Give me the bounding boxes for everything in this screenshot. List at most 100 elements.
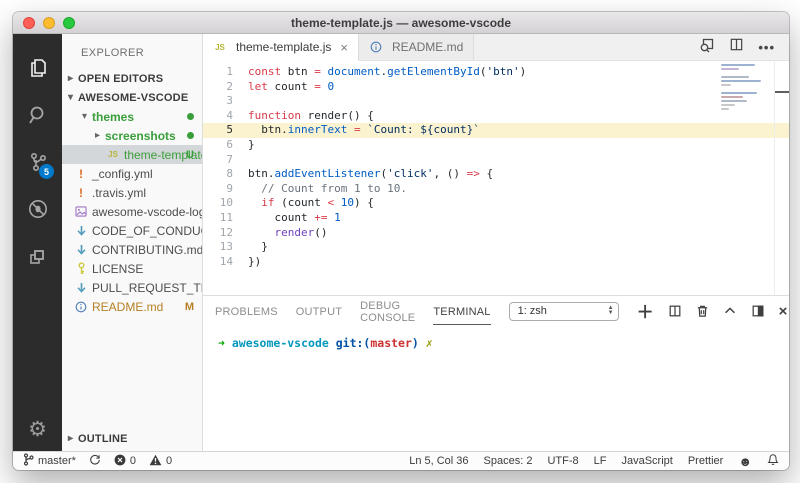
info-icon [74, 300, 88, 314]
new-terminal-icon[interactable]: ＋ [637, 298, 654, 323]
line-number: 3 [226, 94, 233, 108]
line-number: 7 [226, 152, 233, 166]
tree-file-license[interactable]: LICENSE [62, 259, 202, 278]
search-icon [26, 103, 50, 127]
kill-terminal-icon[interactable] [696, 304, 709, 318]
panel-tab-output[interactable]: OUTPUT [296, 298, 342, 325]
terminal-output[interactable]: ➜ awesome-vscode git:(master) ✗ [203, 326, 789, 451]
line-number: 11 [219, 210, 233, 224]
sidebar-title: EXPLORER [81, 47, 145, 59]
split-terminal-icon[interactable] [668, 304, 682, 318]
debug-button[interactable] [13, 185, 62, 232]
code-line-8[interactable]: 8 btn.addEventListener('click', () => { [203, 167, 789, 182]
panel-header: PROBLEMS OUTPUT DEBUG CONSOLE TERMINAL 1: z… [203, 296, 789, 326]
zoom-window-button[interactable] [63, 17, 75, 29]
notifications-bell-icon[interactable] [767, 453, 779, 469]
status-left: master* 0 0 [23, 453, 172, 469]
license-icon [74, 262, 88, 276]
tree-file-pull-request-temp-[interactable]: PULL_REQUEST_TEMP... [62, 278, 202, 297]
code-line-5[interactable]: 5 btn.innerText = `Count: ${count}` [203, 123, 789, 138]
split-editor-icon[interactable] [729, 37, 744, 57]
code-line-12[interactable]: 12 render() [203, 226, 789, 241]
close-tab-icon[interactable]: × [340, 40, 348, 55]
code-line-14[interactable]: 14}) [203, 255, 789, 270]
terminal-select[interactable]: 1: zsh ▲ ▼ [508, 301, 619, 321]
encoding[interactable]: UTF-8 [547, 455, 578, 467]
panel-tab-debug-console[interactable]: DEBUG CONSOLE [360, 292, 415, 331]
cursor-position[interactable]: Ln 5, Col 36 [409, 455, 468, 467]
chevron-down-icon: ▾ [82, 111, 88, 122]
tree-file-awesome-vscode-logo-[interactable]: awesome-vscode-logo... [62, 202, 202, 221]
settings-button[interactable]: ⚙ [13, 407, 62, 451]
tab-readme-md[interactable]: README.md [358, 34, 475, 60]
code-line-3[interactable]: 3 [203, 94, 789, 109]
line-number: 1 [226, 65, 233, 78]
toggle-panel-icon[interactable] [751, 304, 765, 318]
panel-tab-terminal[interactable]: TERMINAL [433, 298, 491, 325]
eol-sequence[interactable]: LF [594, 455, 607, 467]
titlebar[interactable]: theme-template.js — awesome-vscode [13, 12, 789, 34]
code-line-4[interactable]: 4 function render() { [203, 109, 789, 124]
problems-errors-item[interactable]: 0 [114, 454, 136, 469]
code-editor[interactable]: 1 const btn = document.getElementById('bt… [203, 61, 789, 295]
close-window-button[interactable] [23, 17, 35, 29]
extensions-button[interactable] [13, 232, 62, 279]
editor-scrollbar[interactable] [774, 61, 775, 295]
problems-warnings-item[interactable]: 0 [149, 454, 172, 469]
code-line-13[interactable]: 13 } [203, 240, 789, 255]
sync-button[interactable] [89, 454, 101, 469]
tab-label: theme-template.js [236, 40, 332, 54]
tree-file--travis-yml[interactable]: ! .travis.yml [62, 183, 202, 202]
explorer-button[interactable] [13, 44, 62, 91]
tree-item-label: awesome-vscode-logo... [92, 204, 202, 219]
git-branch-item[interactable]: master* [23, 453, 76, 469]
line-number: 14 [219, 254, 233, 268]
line-number: 2 [226, 79, 233, 93]
workspace-root-section[interactable]: ▾ AWESOME-VSCODE [62, 88, 202, 107]
chevron-down-icon: ▾ [68, 92, 74, 103]
line-number: 8 [226, 167, 233, 181]
minimap[interactable] [721, 64, 773, 112]
editor-actions: ••• [699, 34, 789, 60]
search-button[interactable] [13, 91, 62, 138]
indentation[interactable]: Spaces: 2 [484, 455, 533, 467]
source-control-button[interactable]: 5 [13, 138, 62, 185]
code-line-1[interactable]: 1 const btn = document.getElementById('bt… [203, 65, 789, 80]
yml-icon: ! [79, 166, 83, 181]
tree-file--config-yml[interactable]: ! _config.yml [62, 164, 202, 183]
code-line-7[interactable]: 7 [203, 153, 789, 168]
open-changes-icon[interactable] [699, 37, 715, 58]
more-actions-icon[interactable]: ••• [758, 40, 775, 55]
markdown-icon [74, 281, 88, 295]
outline-section[interactable]: ▸ OUTLINE [62, 429, 202, 448]
panel-tab-problems[interactable]: PROBLEMS [215, 298, 278, 325]
editor-tabs: JS theme-template.js × README.md [203, 34, 475, 61]
formatter[interactable]: Prettier [688, 455, 723, 467]
close-panel-icon[interactable]: × [779, 303, 788, 320]
code-line-6[interactable]: 6} [203, 138, 789, 153]
tree-file-code-of-conduct-[interactable]: CODE_OF_CONDUCT.... [62, 221, 202, 240]
status-bar: master* 0 0 Ln 5, Col 36 Spaces: 2 UTF-8… [13, 451, 789, 470]
language-mode[interactable]: JavaScript [621, 455, 672, 467]
tree-folder-themes[interactable]: ▾ themes [62, 107, 202, 126]
git-dot-badge [187, 132, 194, 139]
code-line-2[interactable]: 2 let count = 0 [203, 80, 789, 95]
files-icon [26, 56, 50, 80]
code-line-10[interactable]: 10 if (count < 10) { [203, 196, 789, 211]
tree-file-readme-md[interactable]: README.md M [62, 297, 202, 316]
sync-icon [89, 454, 101, 469]
tree-item-label: themes [92, 109, 135, 124]
minimize-window-button[interactable] [43, 17, 55, 29]
code-line-9[interactable]: 9 // Count from 1 to 10. [203, 182, 789, 197]
feedback-smiley-icon[interactable]: ☻ [738, 455, 752, 468]
debug-icon [26, 197, 50, 221]
maximize-panel-icon[interactable] [723, 304, 737, 318]
tree-folder-screenshots[interactable]: ▸ screenshots [62, 126, 202, 145]
gear-icon: ⚙ [28, 417, 47, 441]
tab-theme-template-js[interactable]: JS theme-template.js × [203, 34, 359, 61]
line-number: 13 [219, 240, 233, 254]
code-line-11[interactable]: 11 count += 1 [203, 211, 789, 226]
tree-file-contributing-md[interactable]: CONTRIBUTING.md [62, 240, 202, 259]
open-editors-section[interactable]: ▸ OPEN EDITORS [62, 69, 202, 88]
tree-file-theme-template-[interactable]: JStheme-template....U [62, 145, 202, 164]
